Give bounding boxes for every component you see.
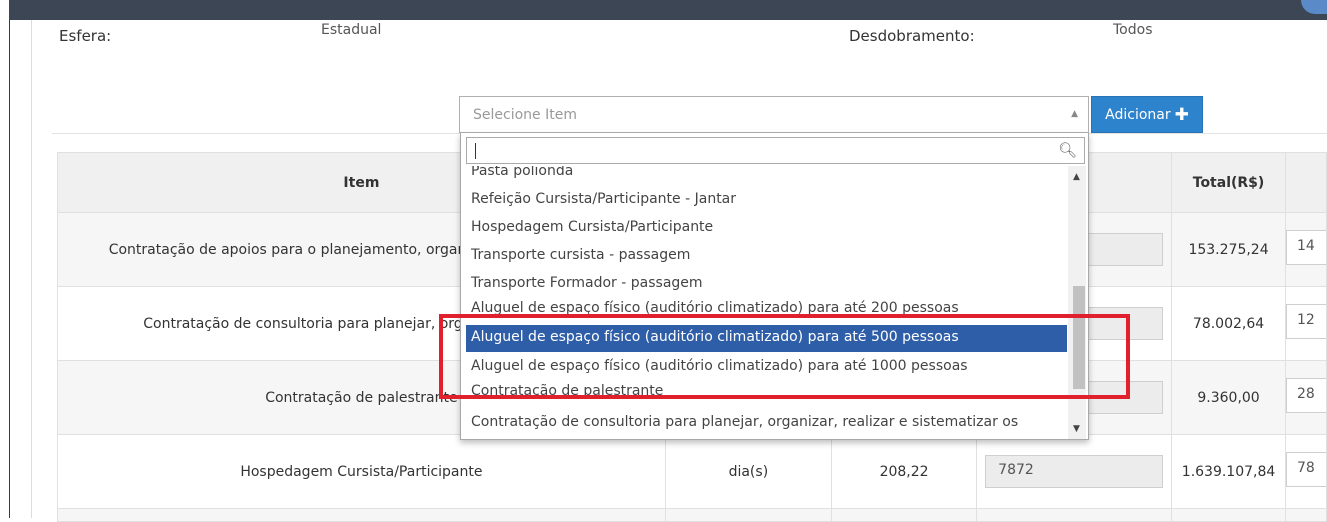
row-price: 208,22 — [830, 434, 978, 509]
dropdown-scrollbar[interactable]: ▲ ▼ — [1068, 166, 1086, 439]
dropdown-option[interactable]: Contratação de palestrante — [471, 383, 663, 399]
header-total: Total(R$) — [1171, 152, 1286, 213]
scroll-down-icon[interactable]: ▼ — [1073, 424, 1080, 434]
row-total: 153.275,24 — [1171, 212, 1286, 287]
dropdown-option[interactable]: Aluguel de espaço físico (auditório clim… — [471, 358, 968, 374]
extra-input[interactable]: 14 — [1285, 230, 1326, 265]
search-icon: 🔍︎ — [1057, 141, 1077, 159]
item-dropdown: 🔍︎ Pasta polionda Refeição Cursista/Part… — [460, 133, 1089, 440]
add-button[interactable]: Adicionar ✚ — [1091, 96, 1203, 133]
desdobramento-value: Todos — [1113, 22, 1153, 38]
caret-up-icon: ▲ — [1071, 109, 1078, 119]
extra-input[interactable]: 12 — [1285, 304, 1326, 339]
dropdown-option[interactable]: Hospedagem Cursista/Participante — [471, 219, 713, 235]
esfera-value: Estadual — [321, 22, 382, 38]
table-row — [57, 508, 1327, 522]
dropdown-option[interactable]: Transporte Formador - passagem — [471, 275, 703, 291]
row-qtd: 7872 — [976, 434, 1173, 509]
top-corner-accent — [1301, 0, 1327, 14]
extra-input[interactable]: 28 — [1285, 378, 1326, 413]
dropdown-list: Pasta polionda Refeição Cursista/Partici… — [461, 166, 1069, 439]
dropdown-option[interactable]: Aluguel de espaço físico (auditório clim… — [471, 300, 959, 316]
item-select[interactable]: Selecione Item ▲ — [459, 96, 1089, 133]
row-extra: 14 — [1284, 212, 1327, 287]
qtd-input[interactable]: 7872 — [985, 455, 1164, 488]
plus-icon: ✚ — [1174, 104, 1189, 125]
row-extra: 78 — [1284, 434, 1327, 509]
esfera-label: Esfera: — [59, 27, 112, 45]
row-extra: 28 — [1284, 360, 1327, 435]
dropdown-option-selected[interactable]: Aluguel de espaço físico (auditório clim… — [466, 325, 1067, 352]
add-button-label: Adicionar — [1105, 106, 1171, 123]
top-bar — [9, 0, 1327, 20]
row-item: Hospedagem Cursista/Participante — [57, 434, 666, 509]
row-total: 78.002,64 — [1171, 286, 1286, 361]
row-extra: 12 — [1284, 286, 1327, 361]
dropdown-option[interactable]: Refeição Cursista/Participante - Jantar — [471, 191, 736, 207]
row-total: 9.360,00 — [1171, 360, 1286, 435]
dropdown-option[interactable]: Transporte cursista - passagem — [471, 247, 690, 263]
scrollbar-thumb[interactable] — [1073, 286, 1085, 389]
header-extra — [1284, 152, 1327, 213]
table-row: Hospedagem Cursista/Participante dia(s) … — [57, 434, 1327, 509]
window-left-edge — [0, 0, 10, 518]
dropdown-option[interactable]: Pasta polionda — [471, 166, 573, 179]
dropdown-option[interactable]: Contratação de consultoria para planejar… — [471, 414, 1018, 430]
row-unit: dia(s) — [664, 434, 832, 509]
dropdown-search-input[interactable]: 🔍︎ — [466, 137, 1085, 164]
row-total: 1.639.107,84 — [1171, 434, 1286, 509]
extra-input[interactable]: 78 — [1285, 452, 1326, 487]
item-select-placeholder: Selecione Item — [473, 107, 577, 123]
desdobramento-label: Desdobramento: — [849, 27, 975, 45]
text-cursor — [475, 143, 476, 159]
scroll-up-icon[interactable]: ▲ — [1073, 172, 1080, 182]
